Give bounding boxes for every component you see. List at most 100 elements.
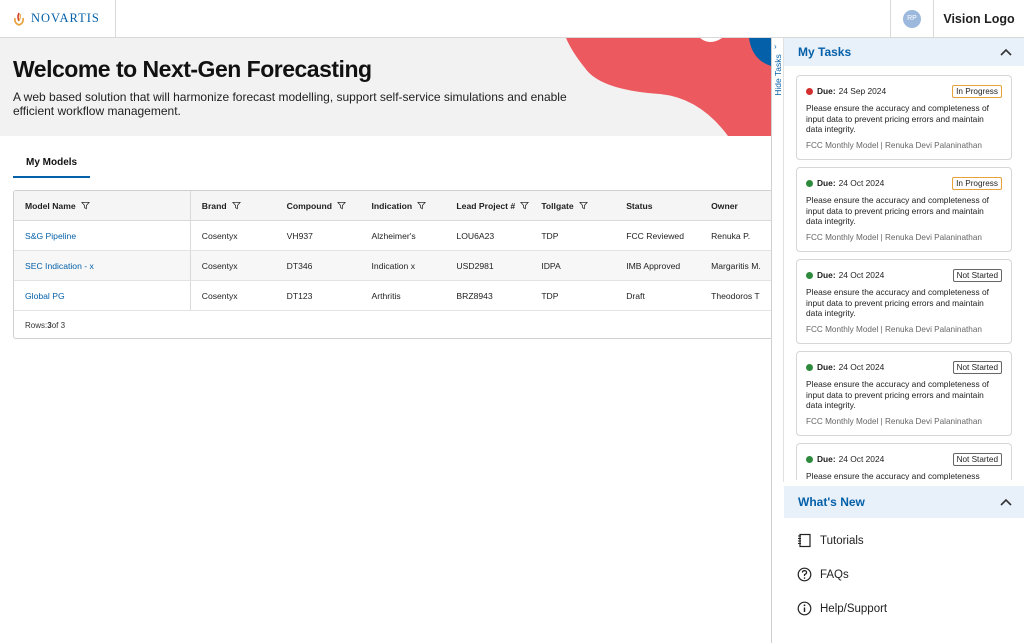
tutorials-icon xyxy=(798,533,811,548)
hide-tasks-label[interactable]: Hide Tasks xyxy=(773,51,783,99)
status-badge: In Progress xyxy=(952,176,1002,190)
cell-owner: Theodoros T xyxy=(711,290,760,301)
cell-status: FCC Reviewed xyxy=(626,230,684,241)
tasks-panel: › Hide Tasks My Tasks Due: 24 Sep 2024 In… xyxy=(771,38,1024,643)
novartis-logo[interactable]: NOVARTIS xyxy=(0,0,116,37)
cell-tollgate: TDP xyxy=(541,290,559,301)
status-dot xyxy=(806,455,813,463)
cell-brand: Cosentyx xyxy=(201,260,238,271)
cell-compound: DT123 xyxy=(286,290,313,301)
chevron-right-icon: › xyxy=(774,42,777,51)
cell-indication: Indication x xyxy=(371,260,416,271)
table-row[interactable]: SEC Indication - x Cosentyx DT346 Indica… xyxy=(14,251,771,281)
my-tasks-header[interactable]: My Tasks xyxy=(784,38,1024,66)
model-name-link[interactable]: S&G Pipeline xyxy=(14,221,191,250)
whats-new-label: Tutorials xyxy=(820,534,864,547)
page-subtitle: A web based solution that will harmonize… xyxy=(13,90,567,118)
table-header: Model Name Brand Compound Indication Lea… xyxy=(14,191,771,221)
due-date: 24 Oct 2024 xyxy=(838,454,885,464)
chevron-up-icon[interactable] xyxy=(999,47,1013,57)
tab-bar: My Models xyxy=(13,148,91,178)
filter-icon[interactable] xyxy=(520,201,530,210)
due-label: Due: xyxy=(817,86,836,96)
due-label: Due: xyxy=(817,362,836,372)
hide-tasks-toggle[interactable]: › Hide Tasks xyxy=(772,38,784,482)
task-meta: FCC Monthly Model | Renuka Devi Palanina… xyxy=(806,140,982,150)
hero-banner: Welcome to Next-Gen Forecasting A web ba… xyxy=(0,38,771,136)
whats-new-item-help-support[interactable]: Help/Support xyxy=(797,601,887,616)
whats-new-title: What's New xyxy=(798,495,865,509)
brand-name: NOVARTIS xyxy=(31,11,100,25)
filter-icon[interactable] xyxy=(417,201,427,210)
task-description: Please ensure the accuracy and completen… xyxy=(806,195,989,226)
due-date: 24 Sep 2024 xyxy=(838,86,887,96)
status-dot xyxy=(806,179,813,187)
filter-icon[interactable] xyxy=(578,201,588,210)
status-dot xyxy=(806,271,813,279)
novartis-flame-icon xyxy=(14,12,24,26)
my-tasks-title: My Tasks xyxy=(798,45,852,59)
column-header-compound[interactable]: Compound xyxy=(276,191,361,220)
column-header-brand[interactable]: Brand xyxy=(191,191,276,220)
cell-tollgate: TDP xyxy=(541,230,559,241)
task-meta: FCC Monthly Model | Renuka Devi Palanina… xyxy=(806,324,982,334)
task-card[interactable]: Due: 24 Oct 2024 Not Started Please ensur… xyxy=(796,351,1012,436)
task-card[interactable]: Due: 24 Sep 2024 In Progress Please ensur… xyxy=(796,75,1012,160)
column-header-tollgate[interactable]: Tollgate xyxy=(530,191,615,220)
status-badge: Not Started xyxy=(952,268,1002,282)
question-icon xyxy=(797,567,812,582)
cell-brand: Cosentyx xyxy=(201,230,238,241)
whats-new-item-tutorials[interactable]: Tutorials xyxy=(797,533,864,548)
cell-owner: Renuka P. xyxy=(711,230,751,241)
page-title: Welcome to Next-Gen Forecasting xyxy=(13,56,372,82)
whats-new-header[interactable]: What's New xyxy=(784,486,1024,518)
table-row[interactable]: Global PG Cosentyx DT123 Arthritis BRZ89… xyxy=(14,281,771,311)
status-badge: In Progress xyxy=(952,84,1002,98)
chevron-up-icon[interactable] xyxy=(999,497,1013,507)
user-menu[interactable]: RP xyxy=(890,0,934,37)
status-dot xyxy=(806,87,813,95)
cell-compound: DT346 xyxy=(286,260,313,271)
cell-lead-project: LOU6A23 xyxy=(456,230,495,241)
filter-icon[interactable] xyxy=(231,201,241,210)
cell-status: IMB Approved xyxy=(626,260,681,271)
task-description: Please ensure the accuracy and completen… xyxy=(806,471,980,480)
due-date: 24 Oct 2024 xyxy=(838,362,885,372)
column-header-indication[interactable]: Indication xyxy=(361,191,446,220)
due-date: 24 Oct 2024 xyxy=(838,178,885,188)
avatar[interactable]: RP xyxy=(903,9,921,28)
vision-logo: Vision Logo xyxy=(943,11,1015,26)
task-card[interactable]: Due: 24 Oct 2024 In Progress Please ensur… xyxy=(796,167,1012,252)
due-label: Due: xyxy=(817,270,836,280)
whats-new-label: FAQs xyxy=(820,568,849,581)
whats-new-item-faqs[interactable]: FAQs xyxy=(797,567,849,582)
whats-new-label: Help/Support xyxy=(820,602,888,615)
info-icon xyxy=(797,601,812,616)
cell-lead-project: USD2981 xyxy=(456,260,494,271)
model-name-link[interactable]: SEC Indication - x xyxy=(14,251,191,280)
status-badge: Not Started xyxy=(952,452,1002,466)
task-card[interactable]: Due: 24 Oct 2024 Not Started Please ensur… xyxy=(796,443,1012,480)
cell-status: Draft xyxy=(626,290,645,301)
column-header-owner[interactable]: Owner xyxy=(700,191,771,220)
filter-icon[interactable] xyxy=(337,201,346,210)
cell-tollgate: IDPA xyxy=(541,260,561,271)
tab-my-models[interactable]: My Models xyxy=(13,148,91,178)
task-card[interactable]: Due: 24 Oct 2024 Not Started Please ensur… xyxy=(796,259,1012,344)
due-label: Due: xyxy=(817,454,836,464)
table-row[interactable]: S&G Pipeline Cosentyx VH937 Alzheimer's … xyxy=(14,221,771,251)
task-description: Please ensure the accuracy and completen… xyxy=(806,103,989,134)
column-header-model-name[interactable]: Model Name xyxy=(14,191,191,220)
task-meta: FCC Monthly Model | Renuka Devi Palanina… xyxy=(806,232,982,242)
column-header-status[interactable]: Status xyxy=(615,191,700,220)
cell-compound: VH937 xyxy=(286,230,313,241)
column-header-lead-project[interactable]: Lead Project # xyxy=(445,191,530,220)
cell-indication: Arthritis xyxy=(371,290,401,301)
model-name-link[interactable]: Global PG xyxy=(14,281,191,310)
filter-icon[interactable] xyxy=(80,201,90,210)
task-list[interactable]: Due: 24 Sep 2024 In Progress Please ensur… xyxy=(784,66,1024,480)
status-dot xyxy=(806,363,813,371)
row-count-prefix: Rows: xyxy=(25,320,48,330)
cell-lead-project: BRZ8943 xyxy=(456,290,493,301)
task-description: Please ensure the accuracy and completen… xyxy=(806,379,989,410)
